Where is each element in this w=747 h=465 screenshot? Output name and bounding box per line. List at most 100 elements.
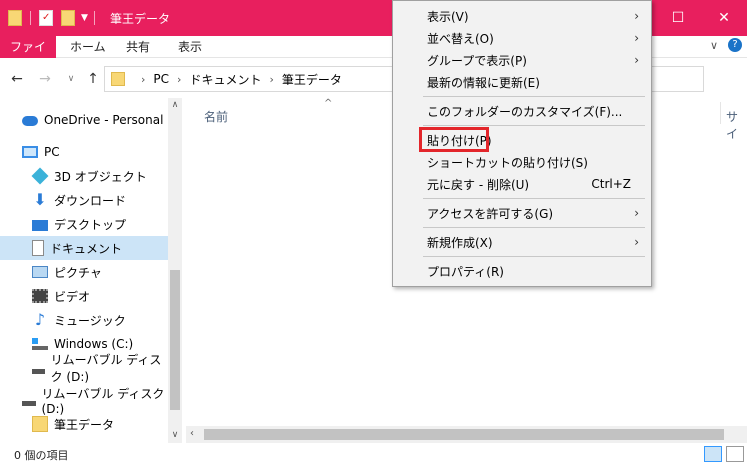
up-button[interactable]: ↑ bbox=[82, 68, 104, 90]
shortcut-text: Ctrl+Z bbox=[591, 177, 631, 191]
menu-item-customize-folder[interactable]: このフォルダーのカスタマイズ(F)... bbox=[393, 100, 651, 122]
back-arrow-icon: ← bbox=[11, 71, 23, 87]
menu-item-view[interactable]: 表示(V) › bbox=[393, 5, 651, 27]
maximize-icon: ☐ bbox=[671, 10, 685, 26]
music-icon: ♪ bbox=[34, 310, 46, 329]
folder-icon bbox=[32, 416, 48, 432]
sidebar-item-desktop[interactable]: デスクトップ bbox=[0, 212, 168, 236]
context-menu: 表示(V) › 並べ替え(O) › グループで表示(P) › 最新の情報に更新(… bbox=[392, 0, 652, 287]
sidebar-item-fudeo-data[interactable]: 筆王データ bbox=[0, 412, 168, 436]
forward-button[interactable]: → bbox=[34, 68, 56, 90]
properties-icon[interactable]: ✓ bbox=[39, 10, 53, 26]
sidebar-item-label: リムーバブル ディスク (D:) bbox=[41, 386, 165, 416]
sidebar-item-label: PC bbox=[44, 145, 60, 159]
menu-item-new[interactable]: 新規作成(X) › bbox=[393, 231, 651, 253]
chevron-right-icon: › bbox=[634, 9, 639, 23]
new-folder-icon[interactable] bbox=[61, 10, 75, 26]
menu-separator bbox=[423, 198, 645, 199]
menu-item-group-by[interactable]: グループで表示(P) › bbox=[393, 49, 651, 71]
scroll-up-icon[interactable]: ∧ bbox=[168, 98, 182, 112]
close-icon: ✕ bbox=[718, 10, 730, 26]
back-button[interactable]: ← bbox=[6, 68, 28, 90]
maximize-button[interactable]: ☐ bbox=[655, 0, 701, 36]
sidebar-item-label: 筆王データ bbox=[54, 417, 115, 432]
video-icon bbox=[32, 289, 48, 303]
cube-icon bbox=[31, 167, 49, 185]
quick-access-toolbar: ✓ ▼ bbox=[8, 8, 95, 28]
sidebar-item-pictures[interactable]: ピクチャ bbox=[0, 260, 168, 284]
menu-item-undo-delete[interactable]: 元に戻す - 削除(U) Ctrl+Z bbox=[393, 173, 651, 195]
sidebar-item-documents[interactable]: ドキュメント bbox=[0, 236, 168, 260]
menu-item-properties[interactable]: プロパティ(R) bbox=[393, 260, 651, 282]
large-icons-view-button[interactable] bbox=[726, 446, 744, 462]
tab-share[interactable]: 共有 bbox=[118, 36, 158, 58]
sidebar-item-label: Windows (C:) bbox=[54, 337, 134, 351]
tab-home[interactable]: ホーム bbox=[62, 36, 114, 58]
close-button[interactable]: ✕ bbox=[701, 0, 747, 36]
menu-separator bbox=[423, 227, 645, 228]
cloud-icon bbox=[22, 116, 38, 126]
sidebar-item-3d-objects[interactable]: 3D オブジェクト bbox=[0, 164, 168, 188]
chevron-right-icon: › bbox=[634, 31, 639, 45]
up-arrow-icon: ↑ bbox=[87, 71, 99, 87]
tab-view[interactable]: 表示 bbox=[170, 36, 210, 58]
breadcrumb-fudeo-data[interactable]: 筆王データ bbox=[282, 71, 342, 88]
scroll-down-icon[interactable]: ∨ bbox=[168, 428, 182, 442]
help-icon[interactable]: ? bbox=[728, 38, 742, 52]
chevron-right-icon: › bbox=[177, 72, 182, 86]
sort-ascending-icon: ^ bbox=[324, 98, 333, 109]
scroll-left-icon[interactable]: ‹ bbox=[190, 428, 194, 439]
folder-icon[interactable] bbox=[8, 10, 22, 26]
document-icon bbox=[32, 240, 44, 256]
sidebar-item-label: ミュージック bbox=[54, 313, 126, 328]
scrollbar-thumb[interactable] bbox=[204, 429, 724, 440]
window-title: 筆王データ bbox=[110, 12, 171, 26]
sidebar-item-music[interactable]: ♪ ミュージック bbox=[0, 308, 168, 332]
status-bar: 0 個の項目 bbox=[0, 443, 747, 465]
menu-item-give-access[interactable]: アクセスを許可する(G) › bbox=[393, 202, 651, 224]
sidebar-item-label: デスクトップ bbox=[54, 217, 127, 232]
sidebar-item-onedrive[interactable]: OneDrive - Personal bbox=[0, 108, 168, 132]
sidebar-item-label: OneDrive - Personal bbox=[44, 113, 164, 127]
menu-item-refresh[interactable]: 最新の情報に更新(E) bbox=[393, 71, 651, 93]
column-header-name[interactable]: 名前 bbox=[204, 108, 228, 125]
column-header-size[interactable]: サイ bbox=[726, 108, 747, 142]
horizontal-scrollbar[interactable]: ‹ bbox=[186, 426, 747, 443]
sidebar-item-pc[interactable]: PC bbox=[0, 140, 168, 164]
sidebar-item-label: ビデオ bbox=[54, 289, 91, 304]
sidebar-item-videos[interactable]: ビデオ bbox=[0, 284, 168, 308]
download-icon: ⬇ bbox=[33, 190, 47, 209]
sidebar-item-label: ピクチャ bbox=[54, 265, 102, 280]
menu-separator bbox=[423, 96, 645, 97]
sidebar-item-downloads[interactable]: ⬇ ダウンロード bbox=[0, 188, 168, 212]
chevron-down-icon: ∨ bbox=[67, 74, 75, 84]
drive-icon bbox=[32, 338, 48, 350]
paste-highlight-box bbox=[419, 127, 489, 152]
sidebar-item-removable-d[interactable]: リムーバブル ディスク (D:) bbox=[0, 353, 168, 384]
menu-separator bbox=[423, 256, 645, 257]
sidebar-item-removable-d-root[interactable]: リムーバブル ディスク (D:) bbox=[0, 387, 168, 416]
breadcrumb-documents[interactable]: ドキュメント bbox=[189, 71, 261, 88]
customize-toolbar-icon[interactable]: ▼ bbox=[81, 13, 88, 23]
expand-ribbon-icon[interactable]: ∨ bbox=[710, 39, 718, 52]
scrollbar-thumb[interactable] bbox=[170, 270, 180, 410]
sidebar-scrollbar[interactable]: ∧ ∨ bbox=[168, 98, 182, 443]
pc-icon bbox=[22, 146, 38, 158]
navigation-pane: OneDrive - Personal PC 3D オブジェクト ⬇ ダウンロー… bbox=[0, 98, 182, 443]
item-count: 0 個の項目 bbox=[14, 449, 69, 462]
recent-locations-button[interactable]: ∨ bbox=[60, 68, 82, 90]
chevron-right-icon: › bbox=[141, 72, 146, 86]
chevron-right-icon: › bbox=[634, 206, 639, 220]
sidebar-item-label: リムーバブル ディスク (D:) bbox=[50, 353, 162, 384]
chevron-right-icon: › bbox=[634, 53, 639, 67]
menu-item-sort-by[interactable]: 並べ替え(O) › bbox=[393, 27, 651, 49]
sidebar-item-label: 3D オブジェクト bbox=[54, 169, 147, 184]
menu-item-paste-shortcut[interactable]: ショートカットの貼り付け(S) bbox=[393, 151, 651, 173]
details-view-button[interactable] bbox=[704, 446, 722, 462]
breadcrumb-pc[interactable]: PC bbox=[153, 72, 169, 86]
chevron-right-icon: › bbox=[634, 235, 639, 249]
desktop-icon bbox=[32, 219, 48, 231]
picture-icon bbox=[32, 266, 48, 278]
tab-file[interactable]: ファイル bbox=[0, 36, 56, 76]
sidebar-item-label: ダウンロード bbox=[54, 193, 127, 208]
